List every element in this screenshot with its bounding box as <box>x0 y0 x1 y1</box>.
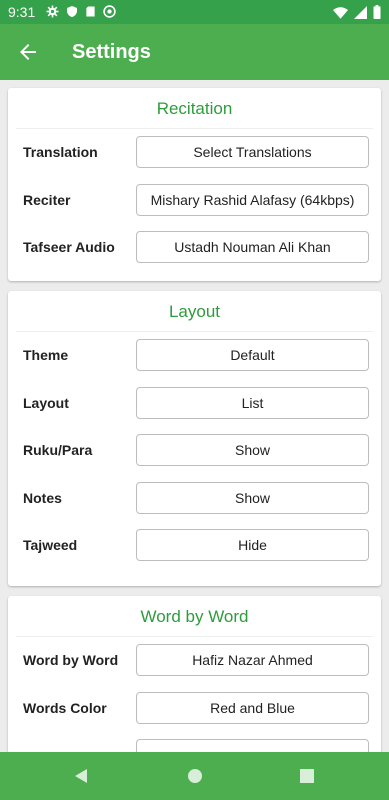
section-title-word-by-word: Word by Word <box>16 596 373 637</box>
system-nav-bar <box>0 752 389 800</box>
setting-row-words-color: Words Color Red and Blue <box>8 685 381 733</box>
setting-label: Reciter <box>23 191 71 208</box>
ruku-para-button[interactable]: Show <box>136 434 369 466</box>
word-by-word-button[interactable]: Hafiz Nazar Ahmed <box>136 644 369 676</box>
setting-label: Notes <box>23 489 62 506</box>
battery-icon <box>373 5 381 19</box>
nav-home-icon[interactable] <box>185 766 205 786</box>
tajweed-button[interactable]: Hide <box>136 529 369 561</box>
settings-gear-icon <box>46 5 59 18</box>
recitation-card: Recitation Translation Select Translatio… <box>8 88 381 281</box>
setting-label: Tafseer Audio <box>23 239 115 255</box>
back-arrow-icon[interactable] <box>16 40 40 64</box>
tafseer-audio-button[interactable]: Ustadh Nouman Ali Khan <box>136 231 369 263</box>
section-title-layout: Layout <box>16 291 373 332</box>
app-bar: Settings <box>0 24 389 80</box>
setting-row-tafseer-audio: Tafseer Audio Ustadh Nouman Ali Khan <box>8 224 381 272</box>
layout-card: Layout Theme Default Layout List Ruku/Pa… <box>8 291 381 586</box>
setting-label: Theme <box>23 347 69 363</box>
at-sign-icon <box>103 5 116 18</box>
notes-button[interactable]: Show <box>136 481 369 514</box>
setting-row-layout: Layout List <box>8 380 381 428</box>
setting-row-word-by-word: Word by Word Hafiz Nazar Ahmed <box>8 637 381 685</box>
section-title-recitation: Recitation <box>16 88 373 129</box>
reciter-button[interactable]: Mishary Rashid Alafasy (64kbps) <box>136 183 369 216</box>
setting-label: Translation <box>23 144 98 160</box>
translation-button[interactable]: Select Translations <box>136 136 369 168</box>
setting-label: Layout <box>23 394 69 411</box>
status-bar: 9:31 <box>0 0 389 24</box>
nav-recents-icon[interactable] <box>297 766 317 786</box>
setting-row-notes: Notes Show <box>8 475 381 523</box>
theme-button[interactable]: Default <box>136 339 369 371</box>
sd-card-icon <box>86 6 95 17</box>
setting-row-ruku-para: Ruku/Para Show <box>8 427 381 475</box>
words-color-button[interactable]: Red and Blue <box>136 691 369 724</box>
word-by-word-card: Word by Word Word by Word Hafiz Nazar Ah… <box>8 596 381 771</box>
wifi-icon <box>333 6 348 19</box>
setting-label: Words Color <box>23 699 107 716</box>
page-title: Settings <box>72 41 151 63</box>
setting-row-tajweed: Tajweed Hide <box>8 522 381 570</box>
signal-icon <box>354 5 367 19</box>
setting-label: Tajweed <box>23 537 78 553</box>
shield-icon <box>67 6 77 17</box>
layout-button[interactable]: List <box>136 386 369 419</box>
setting-row-theme: Theme Default <box>8 332 381 380</box>
status-time: 9:31 <box>8 4 36 20</box>
setting-row-reciter: Reciter Mishary Rashid Alafasy (64kbps) <box>8 177 381 225</box>
setting-label: Word by Word <box>23 652 119 668</box>
nav-back-icon[interactable] <box>71 766 91 786</box>
setting-label: Ruku/Para <box>23 442 93 458</box>
setting-row-translation: Translation Select Translations <box>8 129 381 177</box>
